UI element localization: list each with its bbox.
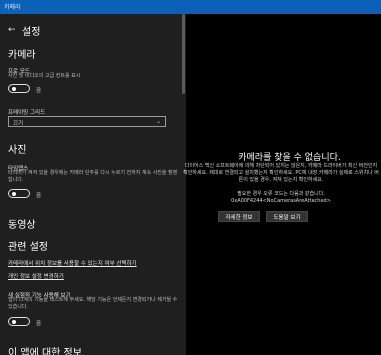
back-arrow-icon[interactable]: ← xyxy=(8,25,16,35)
pro-mode-toggle-label: 끔 xyxy=(36,88,42,94)
photo-section-heading: 사진 xyxy=(8,145,27,156)
timelapse-toggle-label: 끔 xyxy=(36,193,42,199)
error-body: 다이어스 백신 소프트웨어에 의해 차단되어 있지는 않은지, 카메라 드라이버… xyxy=(183,163,379,183)
scrollbar[interactable] xyxy=(181,14,186,355)
timelapse-toggle[interactable] xyxy=(8,189,30,198)
settings-panel: ← 설정 카메라 프로 모드 사진 및 비디오의 고급 컨트롤 표시 끔 프레이… xyxy=(0,14,186,355)
settings-header: 설정 xyxy=(22,27,41,38)
grid-select-value: 끄기 xyxy=(13,121,24,127)
chevron-down-icon: ⌄ xyxy=(155,118,161,125)
error-code-block: 필요한 경우 오류 코드는 다음과 같습니다. 0xA00F4244<NoCam… xyxy=(182,191,380,205)
about-section-heading: 이 앱에 대한 정보 xyxy=(8,348,82,355)
privacy-link[interactable]: 개인 정보 설정 변경하기 xyxy=(8,272,64,280)
error-title: 카메라를 찾을 수 없습니다. xyxy=(238,153,341,163)
timelapse-desc: 타이머가 켜져 있을 경우에는 카메라 단추를 다시 누르기 전까지 계속 사진… xyxy=(8,170,178,183)
grid-label: 프레이밍 그리드 xyxy=(8,110,46,116)
camera-section-heading: 카메라 xyxy=(8,50,36,61)
help-button[interactable]: 도움말 보기 xyxy=(266,211,308,222)
error-code: 0xA00F4244<NoCamerasAreAttached> xyxy=(231,198,331,204)
toggle-knob xyxy=(12,319,16,324)
error-code-prefix: 필요한 경우 오류 코드는 다음과 같습니다. xyxy=(237,191,325,197)
title-bar: 카메라 xyxy=(0,0,381,14)
app-title: 카메라 xyxy=(4,4,21,11)
new-exp-toggle-label: 끔 xyxy=(36,321,42,327)
toggle-knob xyxy=(12,86,16,91)
related-section-heading: 관련 설정 xyxy=(8,242,48,253)
new-exp-toggle[interactable] xyxy=(8,317,30,326)
new-exp-desc: 앱이 다계의 기능을 테스트해 주세요. 해당 기능은 언제든지 변경되거나 제… xyxy=(8,297,178,310)
grid-select[interactable]: 끄기 ⌄ xyxy=(8,116,166,127)
video-section-heading: 동영상 xyxy=(8,220,36,231)
pro-mode-desc: 사진 및 비디오의 고급 컨트롤 표시 xyxy=(8,73,81,79)
location-link[interactable]: 카메라에서 위치 정보를 사용할 수 있는지 여부 선택하기 xyxy=(8,259,137,267)
pro-mode-toggle[interactable] xyxy=(8,84,30,93)
scrollbar-thumb[interactable] xyxy=(182,14,185,94)
toggle-knob xyxy=(12,191,16,196)
details-button[interactable]: 자세한 정보 xyxy=(218,211,260,222)
